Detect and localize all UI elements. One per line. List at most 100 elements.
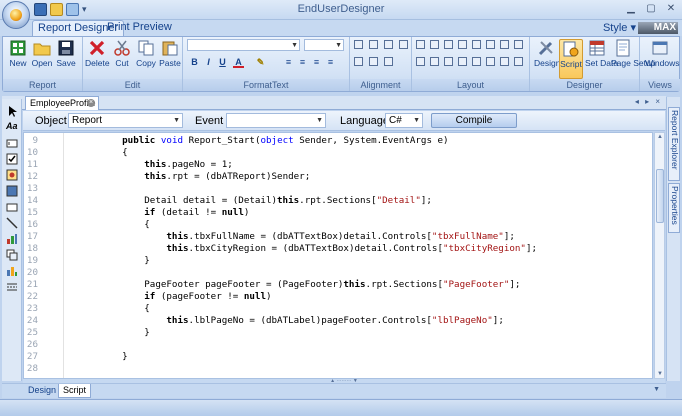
- code-line[interactable]: 22 if (pageFooter != null): [24, 291, 652, 303]
- size-to-grid-icon[interactable]: [458, 40, 467, 49]
- vertical-spacing-remove-icon[interactable]: [458, 57, 467, 66]
- style-menu[interactable]: Style ▾: [603, 20, 636, 36]
- open-button[interactable]: Open: [30, 39, 54, 79]
- page-setup-button[interactable]: Page Setup: [611, 39, 655, 79]
- shape-tool-icon[interactable]: [6, 201, 18, 213]
- align-bottoms-icon[interactable]: [369, 57, 378, 66]
- cut-button[interactable]: Cut: [110, 39, 134, 79]
- code-content[interactable]: 9 public void Report_Start(object Sender…: [24, 135, 652, 375]
- code-line[interactable]: 12 this.rpt = (dbATReport)Sender;: [24, 171, 652, 183]
- save-button[interactable]: Save: [54, 39, 78, 79]
- font-name-combo[interactable]: ▼: [187, 39, 300, 51]
- line-tool-icon[interactable]: [6, 217, 18, 229]
- align-tops-icon[interactable]: [399, 40, 408, 49]
- horizontal-spacing-equal-icon[interactable]: [472, 40, 481, 49]
- code-line[interactable]: 9 public void Report_Start(object Sender…: [24, 135, 652, 147]
- code-line[interactable]: 11 this.pageNo = 1;: [24, 159, 652, 171]
- label-tool-icon[interactable]: Aa: [6, 121, 18, 133]
- code-editor[interactable]: 9 public void Report_Start(object Sender…: [23, 132, 653, 379]
- language-combo[interactable]: C# ▼: [385, 113, 423, 128]
- highlight-color-icon[interactable]: ✎: [255, 57, 266, 68]
- object-combo[interactable]: Report ▼: [68, 113, 183, 128]
- page-break-tool-icon[interactable]: [6, 281, 18, 293]
- close-icon[interactable]: ×: [87, 99, 95, 107]
- scroll-down-icon[interactable]: ▼: [656, 371, 664, 377]
- close-icon[interactable]: ✕: [664, 2, 678, 16]
- align-right-icon[interactable]: ≡: [311, 57, 322, 68]
- vertical-spacing-equal-icon[interactable]: [416, 57, 425, 66]
- compile-button[interactable]: Compile: [431, 113, 517, 128]
- align-rights-icon[interactable]: [384, 40, 393, 49]
- italic-button[interactable]: I: [203, 57, 214, 68]
- center-horizontally-icon[interactable]: [500, 57, 509, 66]
- code-line[interactable]: 19 }: [24, 255, 652, 267]
- justify-icon[interactable]: ≡: [325, 57, 336, 68]
- vertical-spacing-increase-icon[interactable]: [430, 57, 439, 66]
- pointer-icon[interactable]: [6, 105, 18, 117]
- set-data-button[interactable]: Set Data: [585, 39, 618, 79]
- code-line[interactable]: 20: [24, 267, 652, 279]
- picture-tool-icon[interactable]: [6, 169, 18, 181]
- code-line[interactable]: 15 if (detail != null): [24, 207, 652, 219]
- code-line[interactable]: 24 this.lblPageNo = (dbATLabel)pageFoote…: [24, 315, 652, 327]
- chart-tool-icon[interactable]: [6, 233, 18, 245]
- make-same-width-icon[interactable]: [416, 40, 425, 49]
- make-same-height-icon[interactable]: [430, 40, 439, 49]
- code-line[interactable]: 18 this.tbxCityRegion = (dbATTextBox)det…: [24, 243, 652, 255]
- barcode-tool-icon[interactable]: [6, 185, 18, 197]
- maximize-icon[interactable]: ▢: [644, 2, 658, 16]
- application-menu-button[interactable]: [2, 1, 30, 29]
- code-line[interactable]: 23 {: [24, 303, 652, 315]
- horizontal-spacing-increase-icon[interactable]: [486, 40, 495, 49]
- document-nav-arrows[interactable]: ◂ ▸ ×: [635, 97, 662, 106]
- document-tab-employeeprofile[interactable]: EmployeeProfile ×: [25, 96, 99, 110]
- checkbox-tool-icon[interactable]: [6, 153, 18, 165]
- code-line[interactable]: 17 this.tbxFullName = (dbATTextBox)detai…: [24, 231, 652, 243]
- bring-to-front-icon[interactable]: [472, 57, 481, 66]
- properties-tab[interactable]: Properties: [668, 183, 680, 233]
- tab-script[interactable]: Script: [58, 384, 92, 398]
- align-to-grid-icon[interactable]: [384, 57, 393, 66]
- chevron-down-icon[interactable]: ▼: [653, 386, 660, 393]
- vertical-scrollbar[interactable]: ▲ ▼: [654, 132, 665, 379]
- copy-button[interactable]: Copy: [134, 39, 158, 79]
- code-line[interactable]: 21 PageFooter pageFooter = (PageFooter)t…: [24, 279, 652, 291]
- delete-button[interactable]: Delete: [85, 39, 110, 79]
- paste-button[interactable]: Paste: [158, 39, 182, 79]
- font-size-combo[interactable]: ▼: [304, 39, 344, 51]
- center-vertically-icon[interactable]: [514, 57, 523, 66]
- code-line[interactable]: 25 }: [24, 327, 652, 339]
- code-line[interactable]: 13: [24, 183, 652, 195]
- new-button[interactable]: New: [6, 39, 30, 79]
- code-line[interactable]: 27 }: [24, 351, 652, 363]
- tab-print-preview[interactable]: Print Preview: [102, 20, 177, 36]
- design-button[interactable]: Design: [534, 39, 560, 79]
- underline-button[interactable]: U: [217, 57, 228, 68]
- subreport-tool-icon[interactable]: [6, 249, 18, 261]
- font-color-button[interactable]: A: [233, 57, 244, 68]
- vertical-spacing-decrease-icon[interactable]: [444, 57, 453, 66]
- align-lefts-icon[interactable]: [354, 40, 363, 49]
- bold-button[interactable]: B: [189, 57, 200, 68]
- minimize-icon[interactable]: ▁: [624, 2, 638, 16]
- windows-button[interactable]: Windows: [645, 39, 679, 79]
- textbox-tool-icon[interactable]: [6, 137, 18, 149]
- send-to-back-icon[interactable]: [486, 57, 495, 66]
- align-centers-icon[interactable]: [369, 40, 378, 49]
- tab-design[interactable]: Design: [24, 384, 60, 398]
- horizontal-spacing-remove-icon[interactable]: [514, 40, 523, 49]
- make-same-size-icon[interactable]: [444, 40, 453, 49]
- scrollbar-thumb[interactable]: [656, 169, 664, 223]
- horizontal-spacing-decrease-icon[interactable]: [500, 40, 509, 49]
- code-line[interactable]: 10 {: [24, 147, 652, 159]
- event-combo[interactable]: ▼: [226, 113, 326, 128]
- code-line[interactable]: 26: [24, 339, 652, 351]
- align-center-icon[interactable]: ≡: [297, 57, 308, 68]
- scroll-up-icon[interactable]: ▲: [656, 134, 664, 140]
- align-left-icon[interactable]: ≡: [283, 57, 294, 68]
- script-button[interactable]: Script: [559, 39, 583, 79]
- bar-chart-tool-icon[interactable]: [6, 265, 18, 277]
- code-line[interactable]: 14 Detail detail = (Detail)this.rpt.Sect…: [24, 195, 652, 207]
- align-middles-icon[interactable]: [354, 57, 363, 66]
- code-line[interactable]: 16 {: [24, 219, 652, 231]
